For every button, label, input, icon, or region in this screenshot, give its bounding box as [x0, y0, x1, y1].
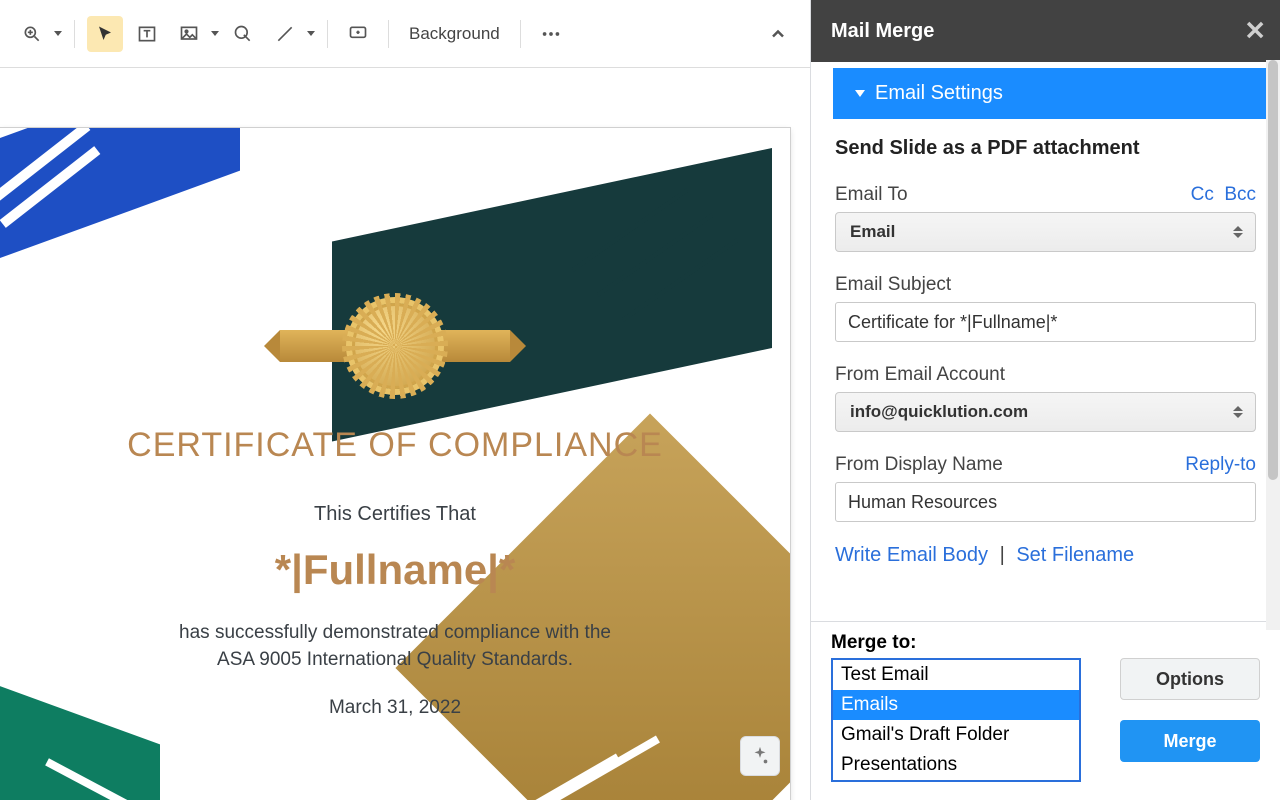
panel-body: Send Slide as a PDF attachment Email To … — [811, 119, 1280, 621]
reply-to-link[interactable]: Reply-to — [1185, 454, 1256, 476]
explore-button[interactable] — [740, 736, 780, 776]
from-account-label: From Email Account — [835, 364, 1005, 386]
merge-option[interactable]: Gmail's Draft Folder — [833, 720, 1079, 750]
certificate-subtitle: This Certifies That — [30, 503, 760, 526]
certificate-date: March 31, 2022 — [30, 697, 760, 719]
write-email-body-link[interactable]: Write Email Body — [835, 544, 988, 566]
display-name-label: From Display Name — [835, 454, 1003, 476]
options-button[interactable]: Options — [1120, 658, 1260, 700]
canvas[interactable]: CERTIFICATE OF COMPLIANCE This Certifies… — [0, 68, 810, 800]
panel-footer: Merge to: Test EmailEmailsGmail's Draft … — [811, 621, 1280, 800]
scrollbar[interactable] — [1266, 60, 1280, 630]
email-subject-label: Email Subject — [835, 274, 951, 296]
merge-option[interactable]: Presentations — [833, 750, 1079, 780]
chevron-down-icon — [211, 31, 219, 36]
shape-tool[interactable] — [225, 16, 261, 52]
collapse-toolbar[interactable] — [760, 16, 796, 52]
certificate-body: has successfully demonstrated compliance… — [30, 620, 760, 673]
close-icon[interactable]: ✕ — [1244, 16, 1266, 47]
email-subject-input[interactable] — [835, 302, 1256, 342]
certificate-name-field: *|Fullname|* — [30, 546, 760, 594]
scrollbar-thumb[interactable] — [1268, 60, 1278, 480]
background-button[interactable]: Background — [401, 24, 508, 44]
email-to-dropdown[interactable]: Email — [835, 212, 1256, 252]
from-account-dropdown[interactable]: info@quicklution.com — [835, 392, 1256, 432]
sort-icon — [1233, 406, 1243, 418]
mail-merge-panel: Mail Merge ✕ Email Settings Send Slide a… — [810, 0, 1280, 800]
merge-button[interactable]: Merge — [1120, 720, 1260, 762]
comment-tool[interactable] — [340, 16, 376, 52]
select-tool[interactable] — [87, 16, 123, 52]
chevron-down-icon — [54, 31, 62, 36]
chevron-down-icon — [307, 31, 315, 36]
bcc-link[interactable]: Bcc — [1224, 184, 1256, 205]
toolbar: Background — [0, 0, 810, 68]
zoom-icon — [14, 16, 50, 52]
panel-title: Mail Merge — [831, 20, 934, 43]
accordion-label: Email Settings — [875, 82, 1003, 105]
image-dropdown[interactable] — [171, 16, 219, 52]
medal-graphic — [280, 303, 510, 389]
separator — [327, 20, 328, 48]
chevron-down-icon — [855, 90, 865, 97]
email-settings-accordion[interactable]: Email Settings — [833, 68, 1270, 119]
merge-option[interactable]: Emails — [833, 690, 1079, 720]
certificate-title: CERTIFICATE OF COMPLIANCE — [30, 426, 760, 465]
panel-header: Mail Merge ✕ — [811, 0, 1280, 62]
textbox-tool[interactable] — [129, 16, 165, 52]
zoom-dropdown[interactable] — [14, 16, 62, 52]
more-tools[interactable] — [533, 16, 569, 52]
cc-link[interactable]: Cc — [1191, 184, 1214, 205]
separator — [388, 20, 389, 48]
email-to-label: Email To — [835, 184, 908, 206]
certificate-text: CERTIFICATE OF COMPLIANCE This Certifies… — [0, 426, 790, 719]
merge-to-listbox[interactable]: Test EmailEmailsGmail's Draft FolderPres… — [831, 658, 1081, 782]
set-filename-link[interactable]: Set Filename — [1016, 544, 1134, 566]
separator — [520, 20, 521, 48]
merge-option[interactable]: Test Email — [833, 660, 1079, 690]
section-heading: Send Slide as a PDF attachment — [835, 137, 1256, 160]
display-name-input[interactable] — [835, 482, 1256, 522]
sort-icon — [1233, 226, 1243, 238]
merge-to-label: Merge to: — [831, 632, 1260, 654]
line-dropdown[interactable] — [267, 16, 315, 52]
separator — [74, 20, 75, 48]
line-icon — [267, 16, 303, 52]
slide[interactable]: CERTIFICATE OF COMPLIANCE This Certifies… — [0, 128, 790, 800]
image-icon — [171, 16, 207, 52]
